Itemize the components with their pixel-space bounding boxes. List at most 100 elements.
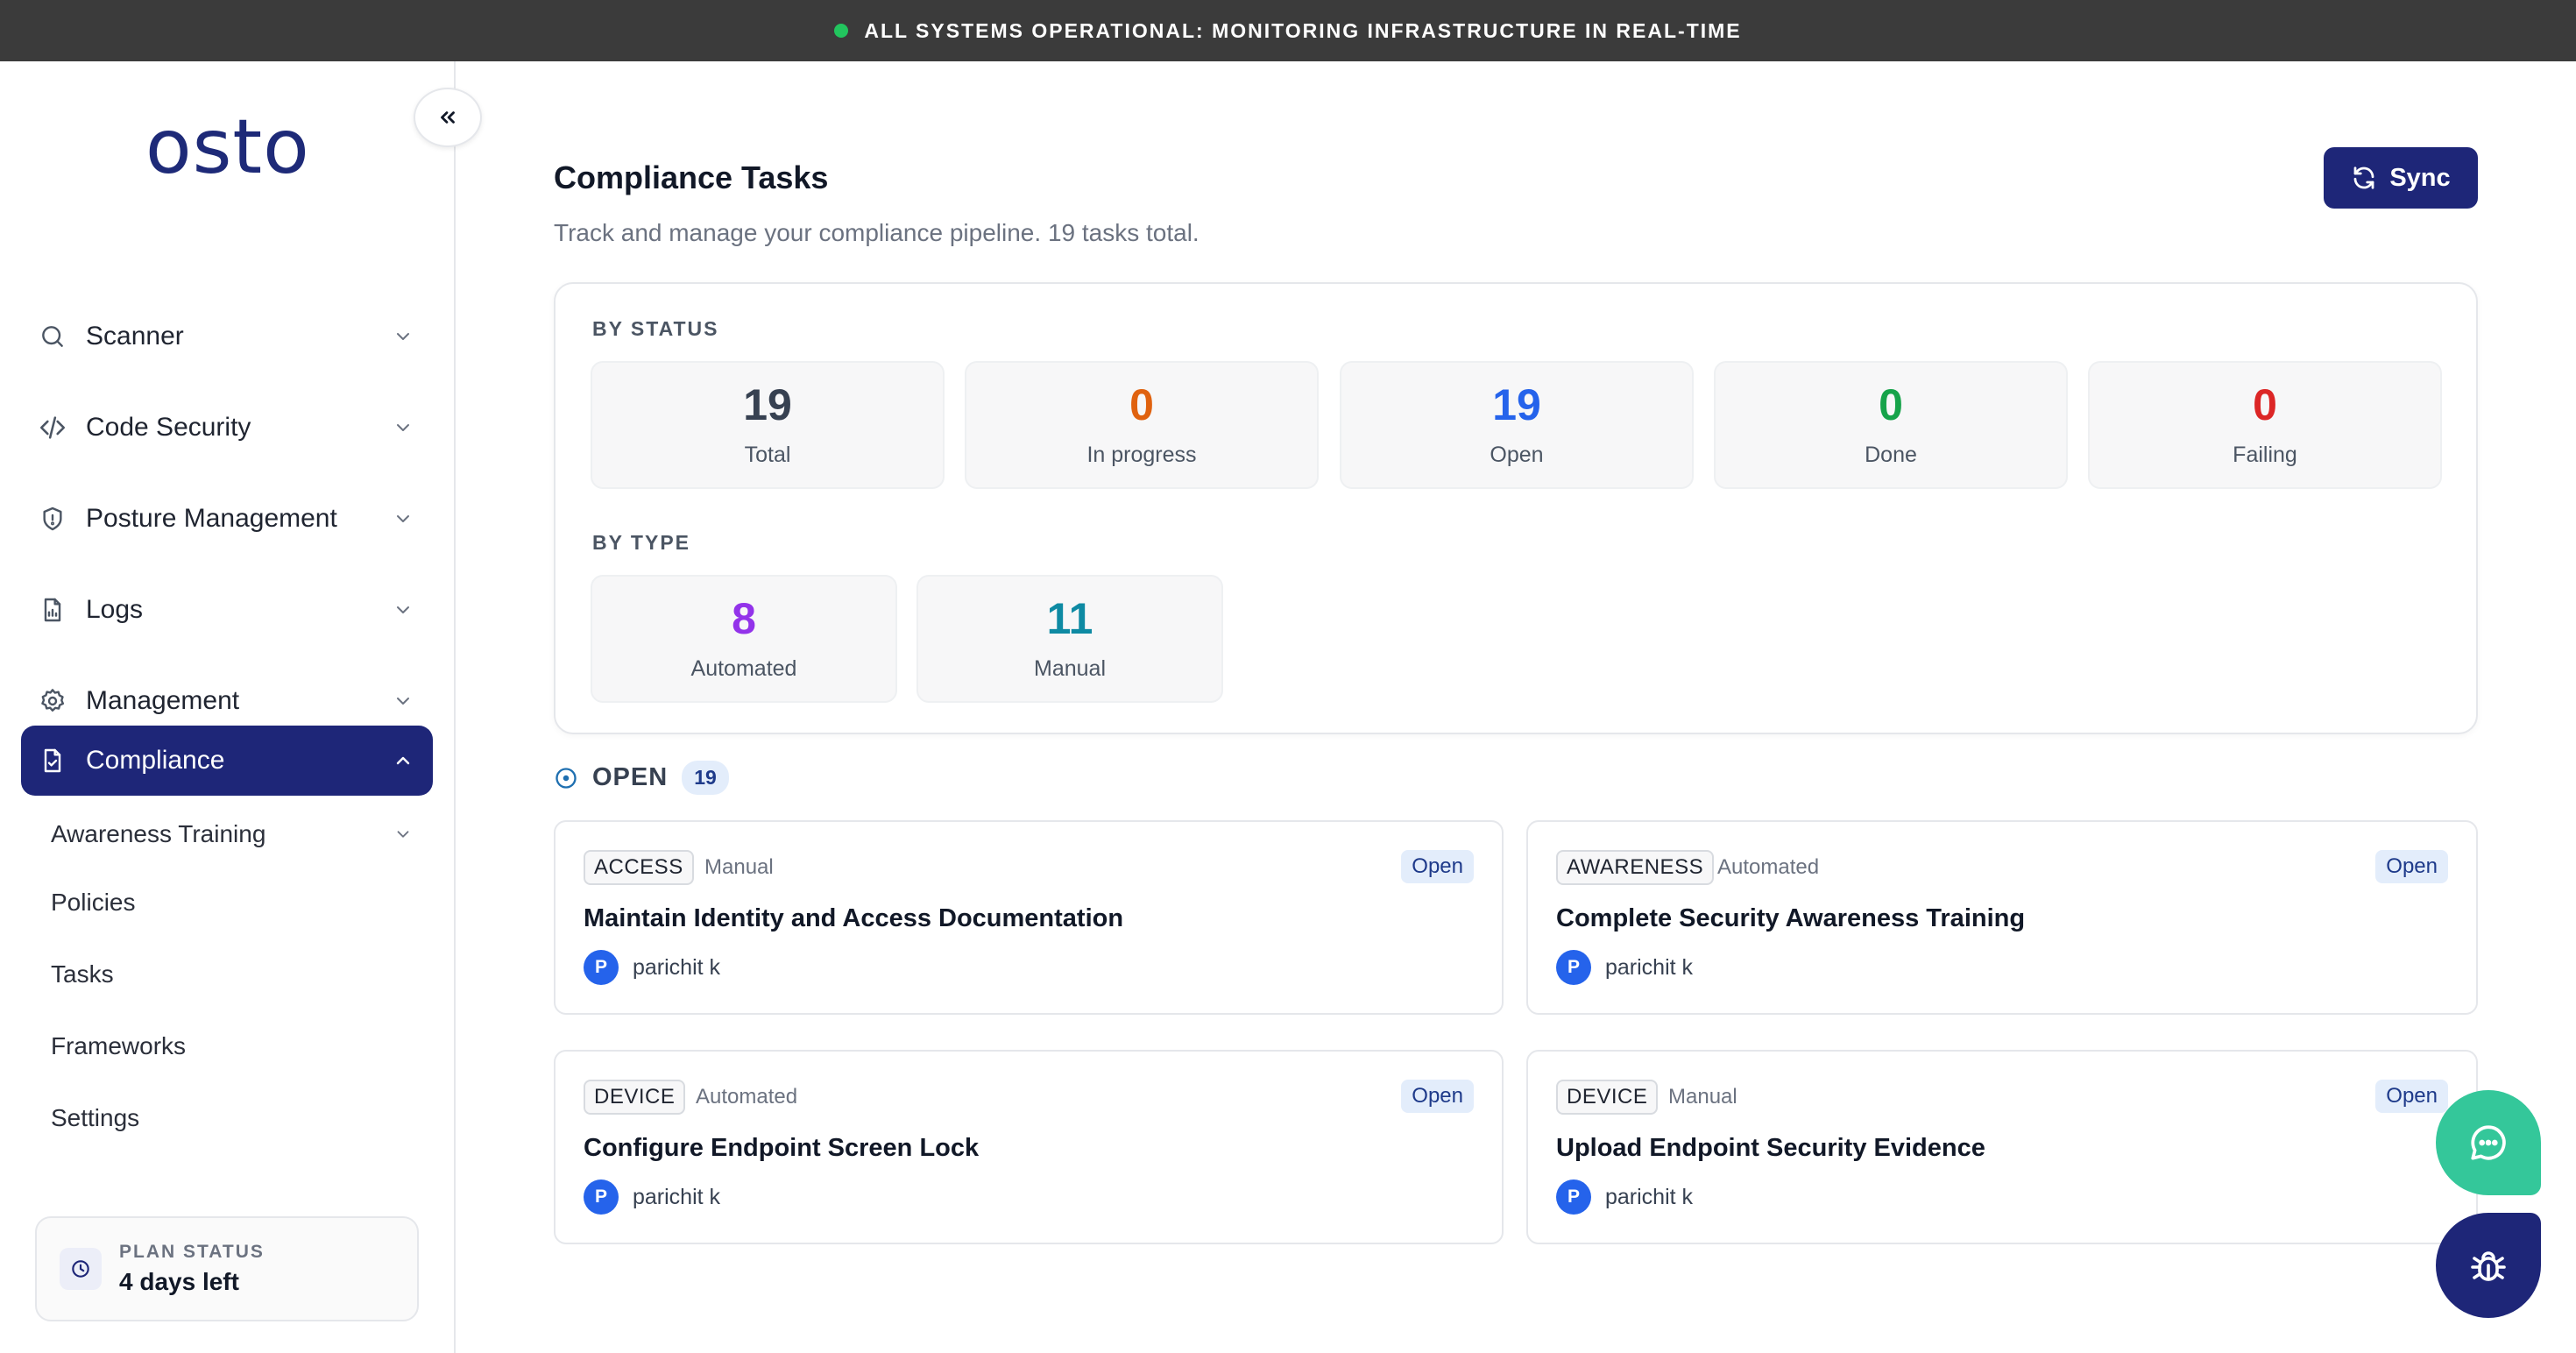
sidebar-subitem-policies[interactable]: Policies bbox=[51, 876, 419, 929]
open-status-icon bbox=[556, 767, 577, 789]
task-card[interactable]: ACCESS Manual Open Maintain Identity and… bbox=[554, 820, 1504, 1015]
stat-label: Done bbox=[1865, 442, 1917, 467]
stat-failing[interactable]: 0 Failing bbox=[2088, 361, 2442, 489]
task-category-tag: DEVICE bbox=[1556, 1080, 1659, 1115]
code-icon bbox=[37, 412, 68, 443]
refresh-icon bbox=[2351, 165, 2377, 191]
chat-button[interactable] bbox=[2436, 1090, 2541, 1195]
sidebar-subitem-frameworks[interactable]: Frameworks bbox=[51, 1020, 419, 1073]
report-bug-button[interactable] bbox=[2436, 1213, 2541, 1318]
task-title: Upload Endpoint Security Evidence bbox=[1556, 1134, 1985, 1162]
stat-value: 0 bbox=[1879, 379, 1903, 429]
sidebar-item-scanner[interactable]: Scanner bbox=[21, 301, 433, 372]
sidebar-item-posture-management[interactable]: Posture Management bbox=[21, 484, 433, 554]
double-chevron-left-icon bbox=[441, 111, 455, 124]
assignee-name: parichit k bbox=[1605, 954, 1694, 980]
task-type: Manual bbox=[1668, 1085, 1737, 1109]
task-category-tag: ACCESS bbox=[584, 850, 694, 885]
page-subtitle: Track and manage your compliance pipelin… bbox=[554, 219, 1200, 246]
chevron-down-icon bbox=[386, 410, 421, 445]
page-title: Compliance Tasks bbox=[554, 159, 829, 195]
sidebar-item-label: Logs bbox=[86, 595, 144, 624]
logo[interactable]: osto bbox=[145, 103, 310, 191]
sidebar-item-code-security[interactable]: Code Security bbox=[21, 393, 433, 463]
sidebar-subitem-label: Tasks bbox=[51, 960, 114, 988]
stat-automated[interactable]: 8 Automated bbox=[591, 575, 897, 703]
collapse-sidebar-button[interactable] bbox=[414, 88, 482, 147]
stat-label: Manual bbox=[1034, 655, 1106, 681]
sidebar-subitem-awareness-training[interactable]: Awareness Training bbox=[51, 808, 419, 861]
stat-label: Automated bbox=[690, 655, 797, 681]
sidebar-item-label: Management bbox=[86, 686, 240, 715]
task-category-tag: DEVICE bbox=[584, 1080, 686, 1115]
task-title: Configure Endpoint Screen Lock bbox=[584, 1134, 980, 1162]
sidebar-item-label: Code Security bbox=[86, 413, 251, 442]
plan-status-card[interactable]: PLAN STATUS 4 days left bbox=[35, 1216, 419, 1321]
sidebar-subitem-label: Awareness Training bbox=[51, 820, 266, 847]
stat-total[interactable]: 19 Total bbox=[591, 361, 945, 489]
assignee-name: parichit k bbox=[633, 954, 721, 980]
task-card[interactable]: DEVICE Manual Open Upload Endpoint Secur… bbox=[1526, 1050, 2478, 1244]
chevron-down-icon bbox=[386, 501, 421, 536]
task-title: Maintain Identity and Access Documentati… bbox=[584, 904, 1124, 932]
stat-value: 0 bbox=[2253, 379, 2277, 429]
task-assignee: P parichit k bbox=[584, 1179, 720, 1215]
chevron-down-icon bbox=[386, 592, 421, 627]
task-status-badge: Open bbox=[1401, 1080, 1474, 1113]
status-dot bbox=[834, 24, 849, 38]
sidebar-subitem-tasks[interactable]: Tasks bbox=[51, 948, 419, 1001]
stat-in-progress[interactable]: 0 In progress bbox=[965, 361, 1319, 489]
chat-icon bbox=[2471, 1125, 2506, 1160]
task-type: Automated bbox=[1717, 855, 1820, 879]
plan-status-label: PLAN STATUS bbox=[119, 1242, 265, 1262]
task-type: Automated bbox=[696, 1085, 798, 1109]
task-title: Complete Security Awareness Training bbox=[1556, 904, 2026, 932]
status-banner: ALL SYSTEMS OPERATIONAL: MONITORING INFR… bbox=[0, 0, 2576, 61]
chevron-down-icon bbox=[387, 818, 419, 850]
task-card[interactable]: AWARENESS Automated Open Complete Securi… bbox=[1526, 820, 2478, 1015]
task-category-tag: AWARENESS bbox=[1556, 850, 1715, 885]
task-status-badge: Open bbox=[2375, 1080, 2448, 1113]
avatar: P bbox=[1556, 1179, 1591, 1215]
sidebar-subitem-label: Policies bbox=[51, 889, 136, 916]
group-label: OPEN bbox=[592, 763, 669, 791]
task-assignee: P parichit k bbox=[1556, 950, 1693, 985]
avatar: P bbox=[584, 950, 619, 985]
status-banner-text: ALL SYSTEMS OPERATIONAL: MONITORING INFR… bbox=[864, 18, 1742, 42]
stat-done[interactable]: 0 Done bbox=[1714, 361, 2068, 489]
clock-icon bbox=[60, 1248, 102, 1290]
stat-open[interactable]: 19 Open bbox=[1340, 361, 1694, 489]
stat-value: 11 bbox=[1046, 593, 1093, 643]
sidebar: osto Scanner Code Security Posture Manag… bbox=[0, 61, 482, 1353]
avatar: P bbox=[1556, 950, 1591, 985]
sidebar-subitem-settings[interactable]: Settings bbox=[51, 1092, 419, 1144]
stat-value: 19 bbox=[743, 379, 792, 429]
assignee-name: parichit k bbox=[633, 1184, 721, 1209]
bug-icon bbox=[2471, 1251, 2506, 1281]
stat-label: Failing bbox=[2233, 442, 2297, 467]
summary-panel: BY STATUS 19 Total 0 In progress 19 Open… bbox=[554, 282, 2478, 734]
compliance-icon bbox=[37, 745, 68, 776]
open-group-header[interactable]: OPEN 19 bbox=[554, 761, 729, 795]
stat-manual[interactable]: 11 Manual bbox=[916, 575, 1223, 703]
task-assignee: P parichit k bbox=[584, 950, 720, 985]
chevron-down-icon bbox=[386, 319, 421, 354]
sidebar-item-label: Posture Management bbox=[86, 504, 337, 533]
gear-icon bbox=[37, 685, 68, 717]
task-assignee: P parichit k bbox=[1556, 1179, 1693, 1215]
chevron-up-icon bbox=[386, 743, 421, 778]
stat-label: Total bbox=[744, 442, 791, 467]
task-status-badge: Open bbox=[2375, 850, 2448, 883]
shield-icon bbox=[37, 503, 68, 535]
group-count-badge: 19 bbox=[682, 761, 729, 795]
sync-button[interactable]: Sync bbox=[2324, 147, 2478, 209]
task-card[interactable]: DEVICE Automated Open Configure Endpoint… bbox=[554, 1050, 1504, 1244]
sidebar-item-compliance[interactable]: Compliance bbox=[21, 726, 433, 796]
search-icon bbox=[37, 321, 68, 352]
task-type: Manual bbox=[704, 855, 774, 879]
stat-value: 0 bbox=[1129, 379, 1154, 429]
stat-value: 19 bbox=[1492, 379, 1541, 429]
sidebar-subitem-label: Frameworks bbox=[51, 1032, 187, 1059]
stat-value: 8 bbox=[732, 593, 756, 643]
sidebar-item-logs[interactable]: Logs bbox=[21, 575, 433, 645]
